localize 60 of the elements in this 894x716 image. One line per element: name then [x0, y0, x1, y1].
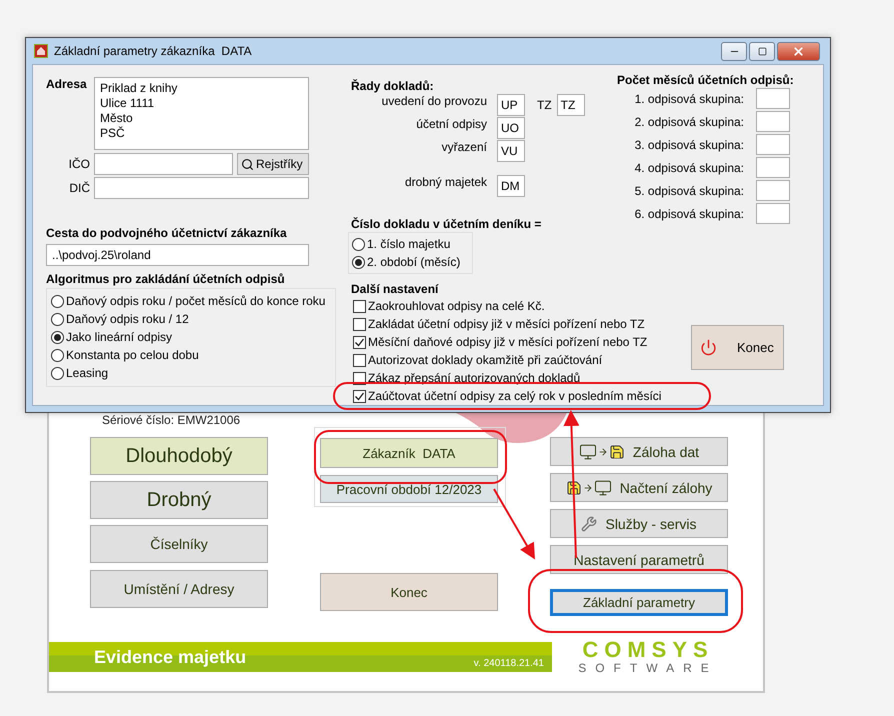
algorithm-label: Algoritmus pro zakládání účetních odpisů — [46, 272, 285, 286]
serial-number: Sériové číslo: EMW21006 — [102, 413, 242, 429]
ico-label: IČO — [68, 157, 91, 171]
series-row-label: vyřazení — [440, 140, 488, 154]
series-field[interactable]: DM — [497, 175, 525, 197]
version-label: v. 240118.21.41 — [474, 658, 544, 669]
option-label: Daňový odpis roku / počet měsíců do konce roku — [66, 294, 326, 308]
menu-button[interactable]: Načtení zálohy — [550, 473, 728, 502]
app-title: Evidence majetku — [94, 646, 246, 668]
group-label: 2. odpisová skupina: — [634, 114, 745, 128]
group-label: 5. odpisová skupina: — [634, 184, 745, 198]
menu-button[interactable]: Nastavení parametrů — [550, 545, 728, 574]
menu-button[interactable]: Služby - servis — [550, 509, 728, 538]
option-label: Leasing — [66, 366, 108, 380]
menu-button[interactable]: Dlouhodobý — [90, 437, 268, 475]
path-label: Cesta do podvojného účetnictví zákazníka — [46, 226, 287, 240]
option-label: Daňový odpis roku / 12 — [66, 312, 189, 326]
logo-name: COMSYS — [582, 639, 714, 661]
registry-button[interactable]: Rejstříky — [237, 153, 309, 175]
exit-button[interactable]: Konec — [691, 325, 784, 370]
address-label: Adresa — [46, 77, 87, 91]
series-label: Řady dokladů: — [351, 79, 435, 93]
series-field[interactable]: UP — [497, 94, 525, 116]
series-row-label: drobný majetek — [404, 175, 488, 189]
window-title: Základní parametry zákazníka DATA — [54, 44, 253, 58]
option-label: Zaokrouhlovat odpisy na celé Kč. — [368, 299, 545, 313]
series-row-label: uvedení do provozu — [380, 94, 488, 108]
path-field[interactable]: ..\podvoj.25\roland — [46, 244, 309, 266]
logo-tagline: SOFTWARE — [578, 661, 718, 675]
group-label: 3. odpisová skupina: — [634, 138, 745, 152]
series-field[interactable]: VU — [497, 140, 525, 162]
option-label: Autorizovat doklady okamžitě při zaúčtování — [368, 353, 602, 367]
option-label: Konstanta po celou dobu — [66, 348, 199, 362]
group-label: 1. odpisová skupina: — [634, 92, 745, 106]
series-field[interactable]: UO — [497, 117, 525, 139]
option-label: Měsíční daňové odpisy již v měsíci pořízení nebo TZ — [368, 335, 648, 349]
group-label: 6. odpisová skupina: — [634, 206, 745, 220]
address-field[interactable]: Priklad z knihy Ulice 1111 Město PSČ — [94, 77, 309, 150]
menu-button[interactable]: Záloha dat — [550, 437, 728, 466]
series-field[interactable]: TZ — [556, 94, 585, 116]
months-label: Počet měsíců účetních odpisů: — [617, 73, 795, 87]
option-label: Zákaz přepsání autorizovaných dokladů — [368, 371, 580, 385]
option-label: 2. období (měsíc) — [367, 255, 460, 269]
document-number-label: Číslo dokladu v účetním deníku = — [351, 217, 542, 231]
dic-label: DIČ — [68, 181, 91, 195]
group-label: 4. odpisová skupina: — [634, 160, 745, 174]
period-button[interactable]: Pracovní období 12/2023 — [320, 475, 498, 503]
option-label: Jako lineární odpisy — [66, 330, 172, 344]
option-label: 1. číslo majetku — [367, 237, 450, 251]
menu-button[interactable]: Umístění / Adresy — [90, 570, 268, 608]
series-row-label: účetní odpisy — [415, 117, 488, 131]
tz-label: TZ — [537, 98, 552, 112]
option-label: Zakládat účetní odpisy již v měsíci pořízení nebo TZ — [368, 317, 645, 331]
menu-button[interactable]: Drobný — [90, 481, 268, 519]
exit-button[interactable]: Konec — [320, 573, 498, 611]
other-settings-label: Další nastavení — [351, 282, 440, 296]
customer-button[interactable]: Zákazník DATA — [320, 438, 498, 468]
menu-button[interactable]: Číselníky — [90, 525, 268, 563]
menu-button[interactable]: Základní parametry — [550, 589, 728, 616]
option-label: Zaúčtovat účetní odpisy za celý rok v posledním měsíci — [368, 389, 662, 403]
